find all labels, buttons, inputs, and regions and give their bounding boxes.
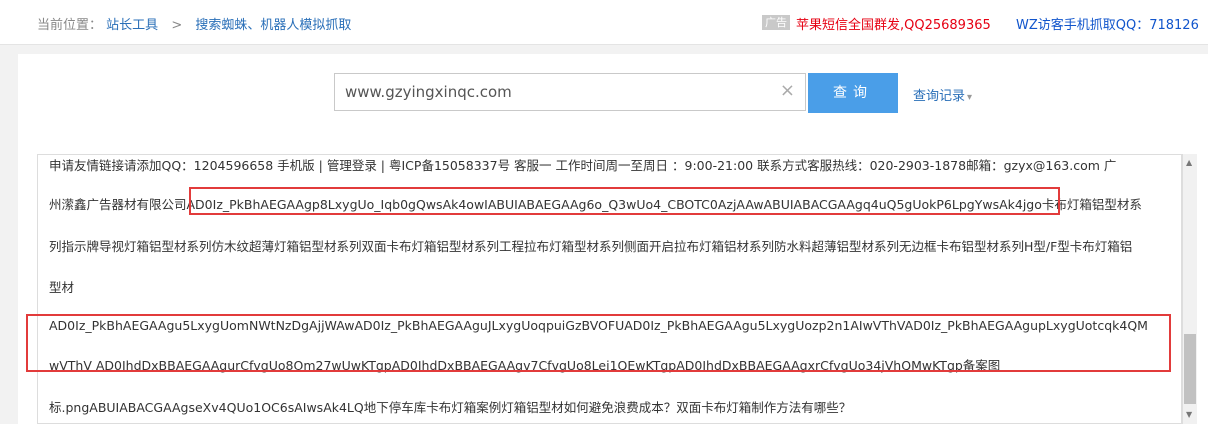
query-history-dropdown[interactable]: 查询记录 ▾ xyxy=(913,85,972,104)
result-line: 标.pngABUIABACGAAgseXv4QUo1OC6sAIwsAk4LQ地… xyxy=(49,400,852,415)
top-bar: 当前位置： 站长工具 > 搜索蜘蛛、机器人模拟抓取 广告 苹果短信全国群发,QQ… xyxy=(0,0,1208,45)
breadcrumb: 当前位置： 站长工具 > 搜索蜘蛛、机器人模拟抓取 xyxy=(37,14,351,33)
query-history-label: 查询记录 xyxy=(913,89,966,104)
breadcrumb-link-tools[interactable]: 站长工具 xyxy=(106,18,158,33)
search-input[interactable] xyxy=(335,74,795,110)
result-line: 申请友情链接请添加QQ：1204596658 手机版 | 管理登录 | 粤ICP… xyxy=(49,158,1117,173)
scroll-down-icon[interactable]: ▼ xyxy=(1186,410,1192,419)
vertical-scrollbar[interactable]: ▲ ▼ xyxy=(1182,154,1197,424)
scroll-up-icon[interactable]: ▲ xyxy=(1186,158,1192,167)
highlight-box-2 xyxy=(26,314,1171,372)
result-line: 列指示牌导视灯箱铝型材系列仿木纹超薄灯箱铝型材系列双面卡布灯箱铝型材系列工程拉布… xyxy=(49,239,1133,254)
scrollbar-thumb[interactable] xyxy=(1184,334,1196,404)
clear-icon[interactable]: × xyxy=(780,82,795,100)
ad-link-visitor[interactable]: WZ访客手机抓取QQ：718126 xyxy=(1016,14,1199,33)
breadcrumb-separator: > xyxy=(171,18,183,33)
result-line: 型材 xyxy=(49,280,75,295)
ad-badge: 广告 xyxy=(762,15,790,30)
chevron-down-icon: ▾ xyxy=(967,92,973,103)
query-button[interactable]: 查询 xyxy=(808,73,898,113)
breadcrumb-label: 当前位置： xyxy=(37,18,103,33)
ad-link-sms[interactable]: 苹果短信全国群发,QQ25689365 xyxy=(796,14,991,33)
search-box: × xyxy=(334,73,806,111)
breadcrumb-link-spider-sim[interactable]: 搜索蜘蛛、机器人模拟抓取 xyxy=(195,18,351,33)
highlight-box-1 xyxy=(189,187,1060,215)
